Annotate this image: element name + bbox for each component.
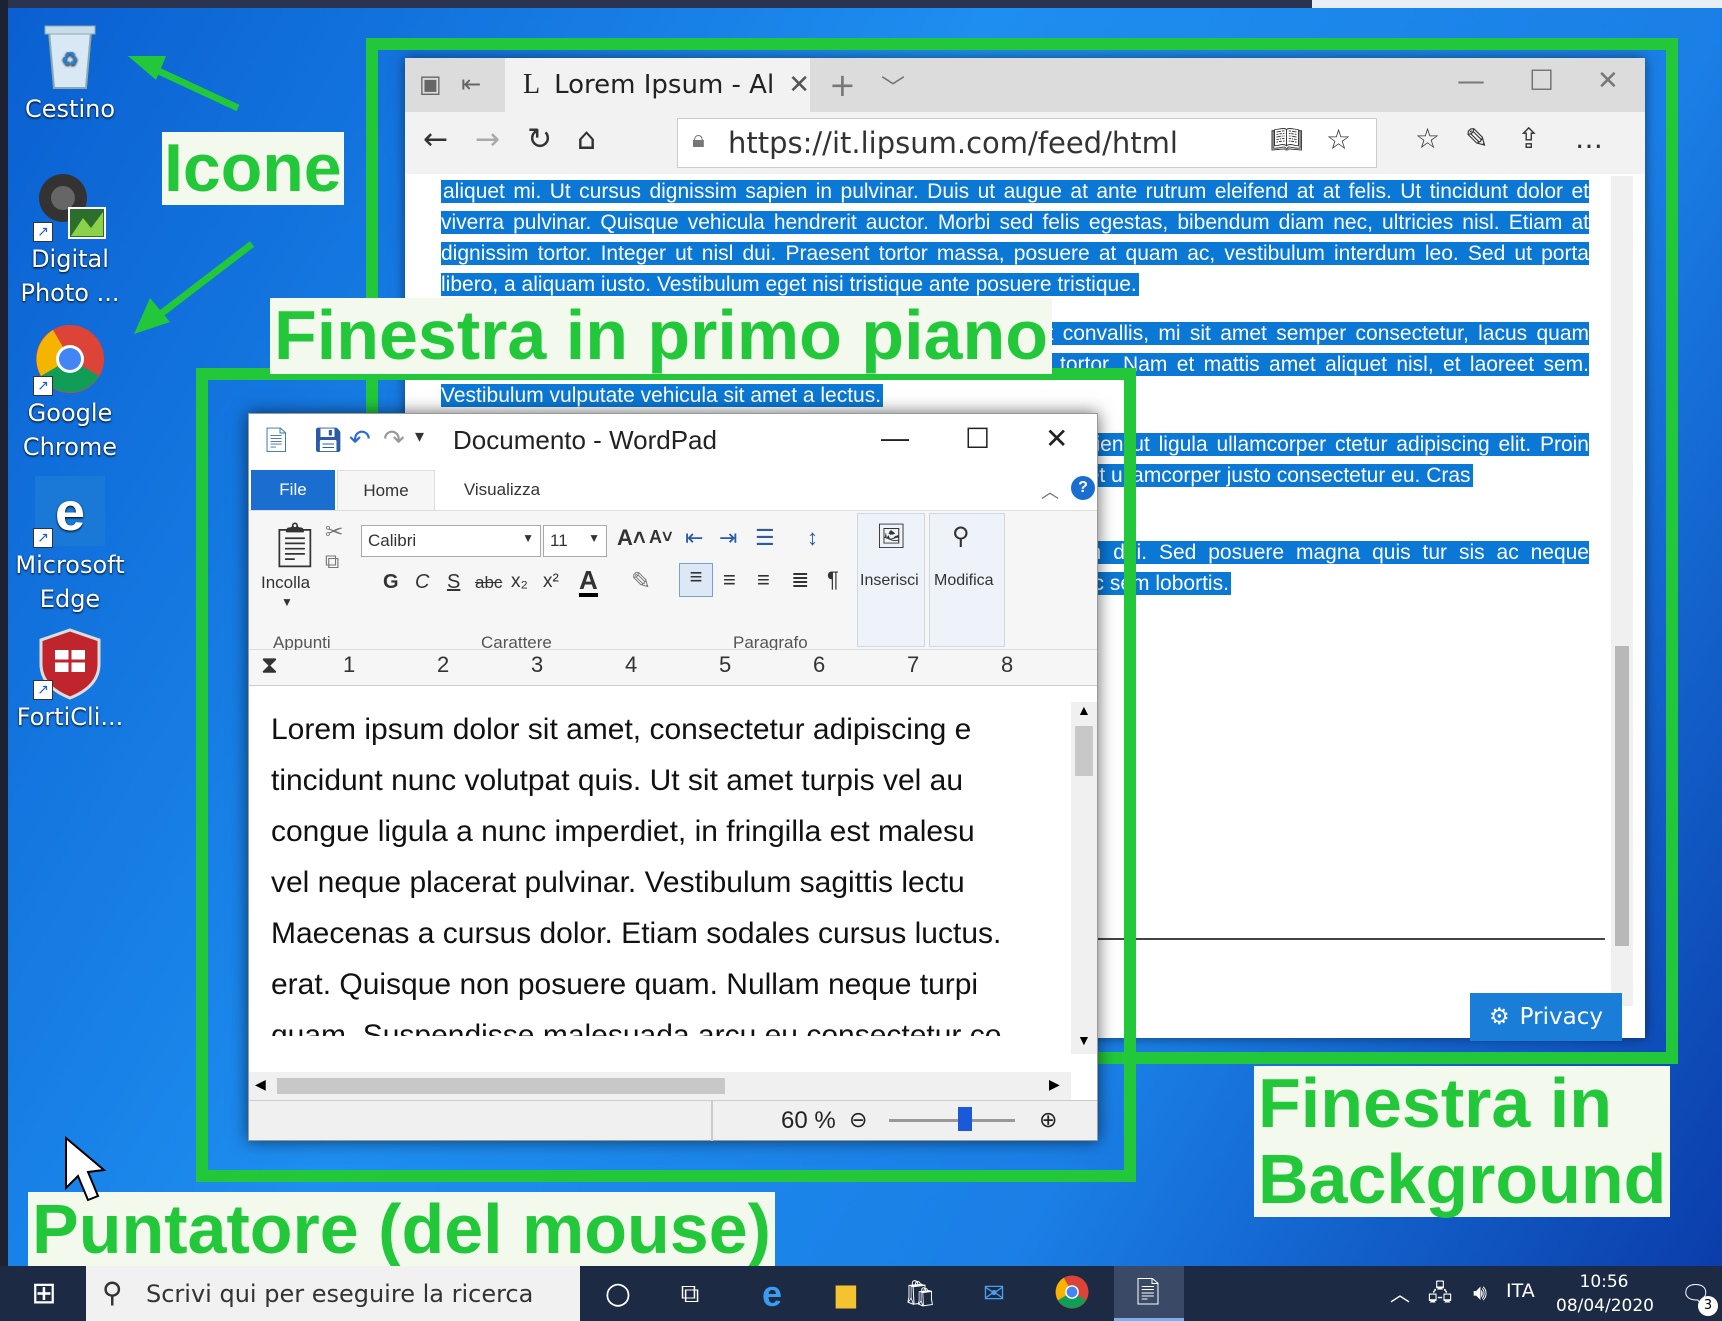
cortana-icon[interactable]: ○ xyxy=(598,1274,638,1314)
taskbar: ⊞ ⚲ Scrivi qui per eseguire la ricerca ○… xyxy=(0,1266,1722,1321)
search-placeholder: Scrivi qui per eseguire la ricerca xyxy=(146,1279,534,1308)
show-hidden-icons-icon[interactable]: ︿ xyxy=(1380,1274,1420,1314)
mail-icon[interactable]: ✉ xyxy=(974,1274,1014,1314)
start-windows-icon[interactable]: ⊞ xyxy=(24,1274,64,1314)
language-indicator[interactable]: ITA xyxy=(1506,1280,1535,1302)
volume-icon[interactable]: 🔊︎ xyxy=(1460,1274,1500,1314)
mouse-pointer-icon xyxy=(65,1135,107,1202)
taskbar-wordpad-icon: 📄︎ xyxy=(1131,1277,1165,1307)
taskbar-edge-icon[interactable]: e xyxy=(752,1274,792,1314)
clock-date: 08/04/2020 xyxy=(1556,1296,1654,1316)
store-icon[interactable]: 🛍︎ xyxy=(900,1274,940,1314)
taskbar-wordpad-button[interactable]: 📄︎ xyxy=(1114,1266,1184,1321)
clock[interactable]: 10:56 08/04/2020 xyxy=(1556,1270,1654,1318)
search-icon: ⚲ xyxy=(102,1276,123,1309)
network-icon[interactable]: 🖧︎ xyxy=(1420,1274,1460,1314)
taskbar-search[interactable]: ⚲ Scrivi qui per eseguire la ricerca xyxy=(86,1266,580,1321)
arrow-to-recycle-bin xyxy=(128,56,240,112)
taskbar-chrome-icon[interactable] xyxy=(1052,1274,1092,1314)
file-explorer-icon[interactable]: ▆ xyxy=(826,1274,866,1314)
task-view-icon[interactable]: ⧉ xyxy=(670,1274,710,1314)
arrow-to-chrome xyxy=(134,241,255,334)
notification-count-badge: 3 xyxy=(1698,1296,1718,1316)
clock-time: 10:56 xyxy=(1579,1272,1629,1292)
annotation-arrows xyxy=(65,56,255,1202)
